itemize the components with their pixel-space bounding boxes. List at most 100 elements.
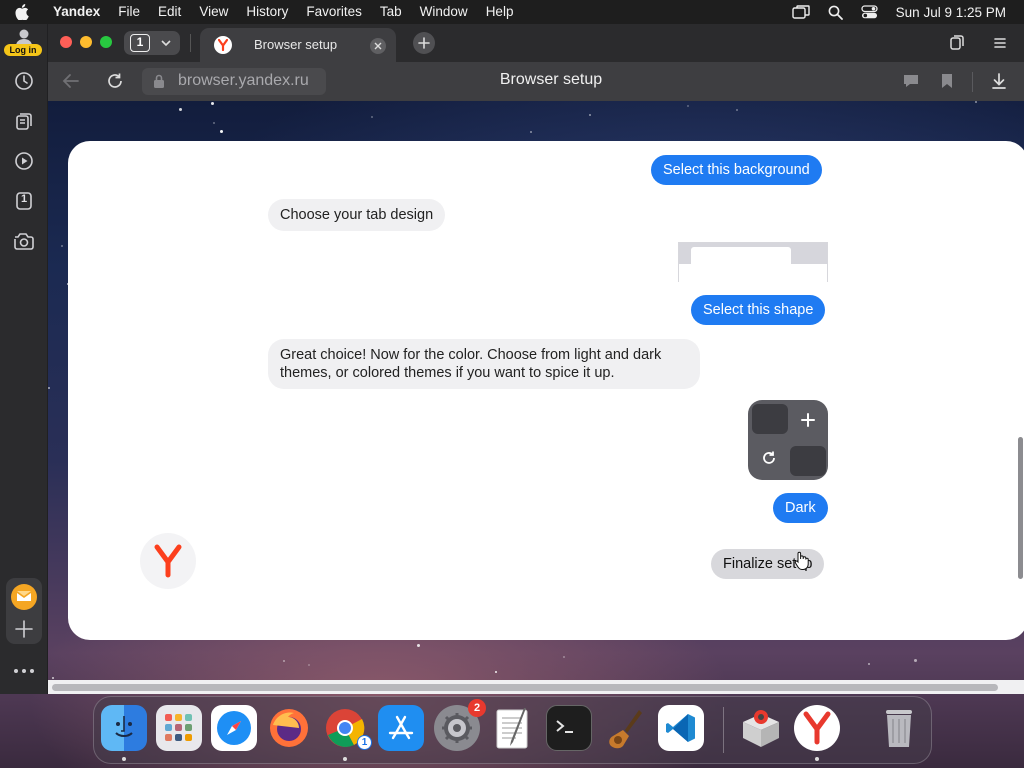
yandex-browser-icon[interactable] (794, 705, 840, 751)
download-icon[interactable] (990, 72, 1008, 90)
horizontal-scrollbar-thumb[interactable] (52, 684, 998, 691)
reading-list-icon[interactable] (948, 34, 966, 52)
star-decoration (589, 114, 592, 117)
menu-edit[interactable]: Edit (149, 0, 190, 24)
yandex-running-dot (815, 757, 819, 761)
finder-icon[interactable] (101, 705, 147, 751)
setup-chat-card: Select this background Choose your tab d… (68, 141, 1024, 640)
menu-view[interactable]: View (190, 0, 237, 24)
sidebar-add-icon[interactable] (13, 618, 35, 640)
spotlight-search-icon[interactable] (828, 5, 843, 20)
address-toolbar: browser.yandex.ru Browser setup (48, 62, 1024, 101)
tab-separator (190, 34, 191, 52)
theme-preview-tile (790, 446, 826, 476)
tab-count-label: 1 (130, 34, 150, 52)
menu-file[interactable]: File (109, 0, 149, 24)
sidebar-apps-panel (6, 578, 42, 644)
star-decoration (563, 656, 566, 659)
tab-shape-body (679, 264, 827, 282)
firefox-icon[interactable] (266, 705, 312, 751)
tabs-count-icon[interactable]: 1 (12, 189, 36, 213)
star-decoration (48, 387, 51, 390)
apple-icon[interactable] (0, 4, 44, 20)
menu-tab[interactable]: Tab (371, 0, 411, 24)
trash-icon[interactable] (876, 705, 922, 751)
control-center-icon[interactable] (861, 5, 878, 19)
tab-browser-setup[interactable]: Browser setup (200, 28, 396, 62)
select-shape-button[interactable]: Select this shape (691, 295, 826, 325)
tabs-count-label: 1 (20, 193, 28, 205)
star-decoration (178, 107, 182, 111)
instruments-icon[interactable] (602, 705, 648, 751)
tab-count-button[interactable]: 1 (124, 31, 180, 55)
browser-sidebar: Log in 1 (0, 24, 48, 694)
textedit-icon[interactable] (490, 705, 536, 751)
star-decoration (61, 244, 64, 247)
comments-icon[interactable] (902, 73, 920, 89)
tab-close-icon[interactable] (370, 38, 386, 54)
star-decoration (913, 659, 917, 663)
dock: 1 2 (93, 696, 932, 764)
new-tab-button[interactable] (413, 32, 435, 54)
menu-app-name[interactable]: Yandex (44, 0, 109, 24)
star-decoration (212, 122, 215, 125)
chevron-down-icon (160, 38, 172, 48)
system-settings-icon[interactable]: 2 (434, 699, 486, 751)
dock-separator (723, 707, 724, 753)
menu-favorites[interactable]: Favorites (297, 0, 371, 24)
screen-mirroring-icon[interactable] (791, 5, 810, 19)
finder-running-dot (122, 757, 126, 761)
menu-help[interactable]: Help (477, 0, 523, 24)
star-decoration (975, 101, 978, 104)
collections-icon[interactable] (12, 109, 36, 133)
star-decoration (686, 104, 689, 107)
history-icon[interactable] (12, 69, 36, 93)
tab-shape-preview[interactable] (678, 242, 828, 282)
star-decoration (51, 677, 54, 680)
screenshot-camera-icon[interactable] (12, 229, 36, 253)
star-decoration (211, 101, 215, 105)
sidebar-more-icon[interactable] (12, 664, 36, 678)
menubar-clock[interactable]: Sun Jul 9 1:25 PM (896, 5, 1006, 20)
video-play-icon[interactable] (12, 149, 36, 173)
dark-theme-choice[interactable]: Dark (773, 493, 828, 523)
yandex-favicon-icon (214, 36, 232, 54)
menu-history[interactable]: History (237, 0, 297, 24)
main-menu-icon[interactable] (992, 36, 1008, 50)
theme-preview-tile (752, 404, 788, 434)
chrome-update-badge: 1 (357, 735, 372, 750)
dark-theme-preview[interactable] (748, 400, 828, 480)
star-decoration (308, 664, 311, 667)
star-decoration (735, 108, 738, 111)
login-button[interactable]: Log in (4, 44, 42, 56)
select-background-button[interactable]: Select this background (651, 155, 822, 185)
star-decoration (530, 130, 533, 133)
star-decoration (219, 129, 223, 133)
vscode-icon[interactable] (658, 705, 704, 751)
star-decoration (416, 644, 420, 648)
window-minimize-button[interactable] (80, 36, 92, 48)
menu-window[interactable]: Window (411, 0, 477, 24)
star-decoration (868, 662, 871, 665)
terminal-icon[interactable] (546, 705, 592, 751)
chrome-icon[interactable]: 1 (322, 705, 372, 751)
horizontal-scrollbar[interactable] (48, 680, 1024, 694)
app-store-icon[interactable] (378, 705, 424, 751)
mouse-cursor-icon (794, 551, 810, 571)
remote-desktop-icon[interactable] (738, 705, 784, 751)
tab-design-prompt: Choose your tab design (268, 199, 446, 231)
menu-bar: Yandex File Edit View History Favorites … (0, 0, 1024, 24)
launchpad-icon[interactable] (156, 705, 202, 751)
bookmark-icon[interactable] (940, 73, 954, 89)
page-title: Browser setup (499, 71, 603, 88)
plus-icon (800, 412, 816, 428)
star-decoration (282, 659, 285, 662)
vertical-scrollbar[interactable] (1018, 437, 1023, 579)
window-close-button[interactable] (60, 36, 72, 48)
toolbar-divider (972, 72, 973, 92)
reload-icon (761, 450, 777, 466)
chrome-running-dot (343, 757, 347, 761)
window-maximize-button[interactable] (100, 36, 112, 48)
mail-app-icon[interactable] (11, 584, 37, 610)
safari-icon[interactable] (211, 705, 257, 751)
